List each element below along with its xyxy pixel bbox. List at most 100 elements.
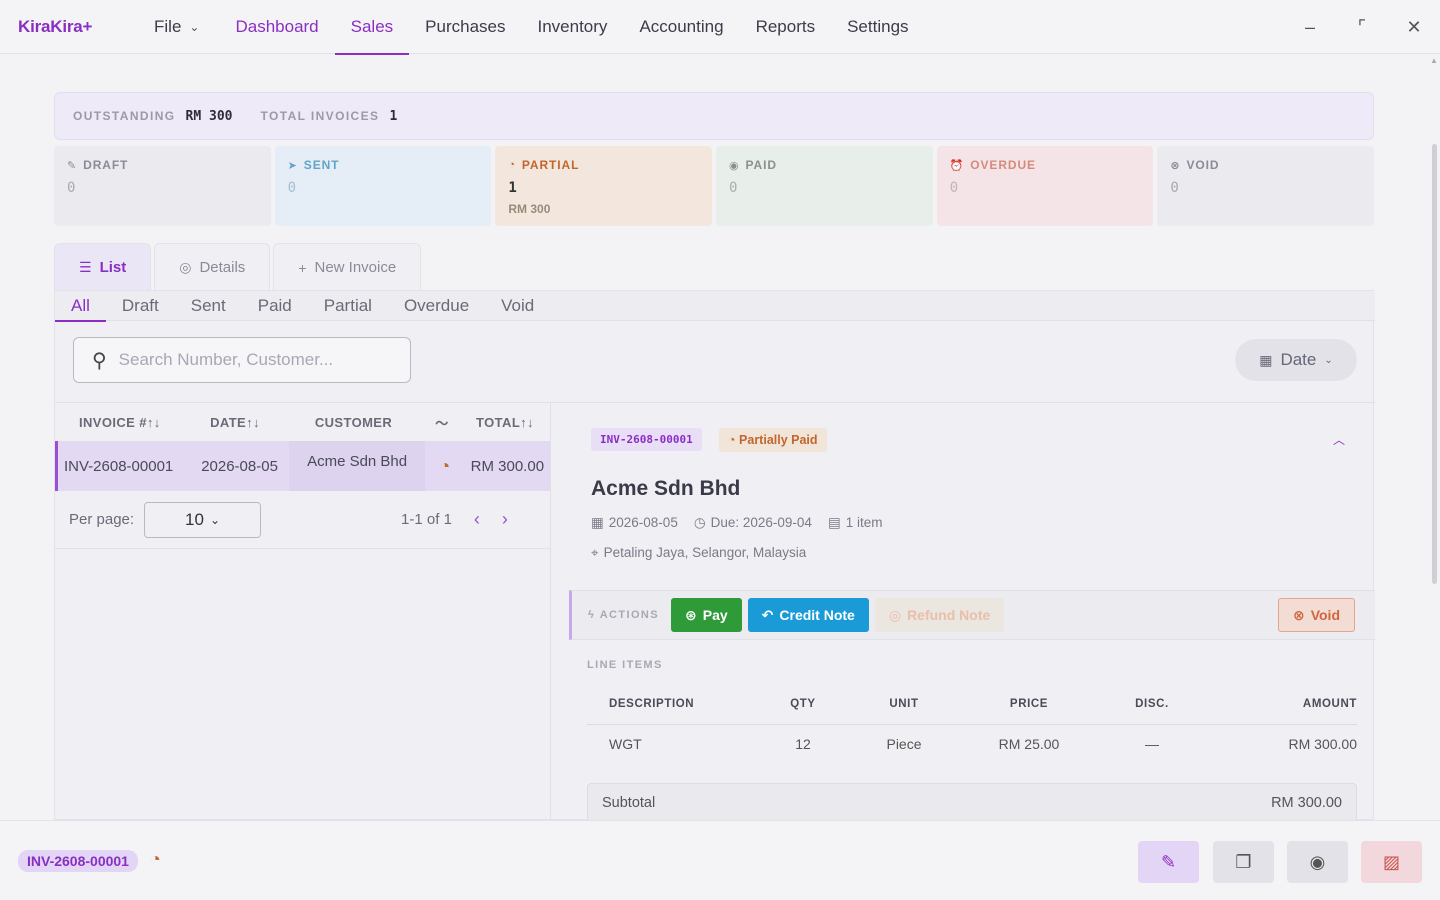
- header-date[interactable]: DATE↑↓: [185, 415, 285, 430]
- pie-chart-icon: ◔: [508, 159, 516, 171]
- refund-note-label: Refund Note: [907, 607, 991, 623]
- card-label: PARTIAL: [521, 158, 580, 172]
- per-page-select[interactable]: 10 ⌄: [144, 501, 262, 538]
- chevron-left-icon[interactable]: ‹: [474, 509, 480, 530]
- draft-icon: ✎: [67, 159, 78, 172]
- clock-icon: ◷: [693, 515, 706, 530]
- outstanding-value: RM 300: [185, 108, 233, 124]
- due-date: Due: 2026-09-04: [710, 515, 812, 530]
- copy-icon: ❐: [1235, 851, 1252, 872]
- file-menu[interactable]: File ⌄: [140, 0, 219, 54]
- main-nav: File ⌄ Dashboard Sales Purchases Invento…: [140, 0, 925, 55]
- chevron-up-icon[interactable]: ︿: [1333, 431, 1345, 448]
- header-unit: UNIT: [889, 697, 919, 710]
- activity-icon: 〜: [435, 415, 449, 431]
- eye-icon: ◎: [179, 259, 192, 275]
- actions-label: ϟ ACTIONS: [588, 609, 659, 621]
- preview-button[interactable]: ◉: [1287, 841, 1348, 883]
- header-amount: AMOUNT: [1302, 697, 1357, 710]
- invoice-meta: ▦ 2026-08-05 ◷ Due: 2026-09-04 ▤ 1 item: [591, 515, 882, 531]
- subtotal-value: RM 300.00: [1271, 795, 1342, 811]
- address-text: Petaling Jaya, Selangor, Malaysia: [603, 545, 807, 560]
- subtotal-label: Subtotal: [602, 795, 656, 811]
- credit-note-label: Credit Note: [779, 607, 855, 623]
- filter-sent[interactable]: Sent: [175, 291, 242, 320]
- status-card-overdue[interactable]: ⏰ OVERDUE 0: [936, 146, 1154, 226]
- nav-reports[interactable]: Reports: [740, 0, 832, 54]
- nav-sales[interactable]: Sales: [334, 0, 410, 55]
- restore-button[interactable]: ⌜: [1336, 0, 1388, 54]
- status-card-draft[interactable]: ✎ DRAFT 0: [54, 146, 271, 226]
- nav-accounting[interactable]: Accounting: [623, 0, 739, 54]
- row-total: RM 300.00: [470, 457, 545, 475]
- header-invoice-number[interactable]: INVOICE #↑↓: [55, 415, 185, 430]
- dollar-icon: ⊛: [685, 606, 697, 623]
- subtotal-row: Subtotal RM 300.00: [587, 783, 1357, 823]
- card-count: 0: [67, 180, 76, 196]
- row-customer: Acme Sdn Bhd: [289, 441, 426, 491]
- filter-partial[interactable]: Partial: [308, 291, 388, 320]
- app-brand: KiraKira+: [18, 17, 93, 36]
- void-button[interactable]: ⊗ Void: [1277, 598, 1355, 632]
- search-icon: ⚲: [92, 349, 107, 372]
- pdf-button[interactable]: ▨: [1361, 841, 1422, 883]
- void-icon: ⊗: [1170, 159, 1181, 172]
- minimize-button[interactable]: –: [1284, 0, 1336, 54]
- window-controls: – ⌜ ✕: [1284, 0, 1440, 54]
- status-badge-label: Partially Paid: [739, 433, 818, 447]
- alarm-icon: ⏰: [949, 159, 965, 172]
- nav-settings[interactable]: Settings: [831, 0, 924, 54]
- main-panel: All Draft Sent Paid Partial Overdue Void…: [54, 290, 1375, 823]
- tab-details[interactable]: ◎ Details: [154, 243, 271, 291]
- vertical-scrollbar[interactable]: ▲: [1430, 56, 1438, 816]
- table-row: WGT 12 Piece RM 25.00 — RM 300.00: [587, 725, 1357, 763]
- item-price: RM 25.00: [998, 736, 1060, 752]
- close-button[interactable]: ✕: [1388, 0, 1440, 54]
- credit-note-button[interactable]: ↶ Credit Note: [747, 598, 869, 632]
- per-page-value: 10: [185, 509, 204, 529]
- card-label: OVERDUE: [970, 158, 1036, 172]
- status-card-void[interactable]: ⊗ VOID 0: [1157, 146, 1375, 226]
- header-disc: DISC.: [1135, 697, 1169, 710]
- table-row[interactable]: INV-2608-00001 2026-08-05 Acme Sdn Bhd ◔…: [55, 441, 550, 491]
- search-box[interactable]: ⚲: [73, 337, 411, 383]
- date-sort-button[interactable]: ▦ Date ⌄: [1235, 339, 1357, 381]
- status-card-partial[interactable]: ◔ PARTIAL 1 RM 300: [495, 146, 713, 226]
- tab-new-invoice[interactable]: + New Invoice: [273, 243, 422, 291]
- header-total[interactable]: TOTAL↑↓: [462, 415, 548, 430]
- refund-note-button[interactable]: ◎ Refund Note: [874, 598, 1005, 632]
- outstanding-label: OUTSTANDING: [73, 109, 176, 123]
- line-items-title: LINE ITEMS: [587, 659, 663, 671]
- item-disc: —: [1145, 736, 1159, 752]
- nav-inventory[interactable]: Inventory: [522, 0, 624, 54]
- status-cards: ✎ DRAFT 0 ➤ SENT 0 ◔ PARTIAL 1 RM 300 ◉ PAID…: [54, 146, 1375, 226]
- list-icon: ☰: [79, 259, 92, 275]
- customer-name: Acme Sdn Bhd: [591, 477, 741, 500]
- status-card-sent[interactable]: ➤ SENT 0: [274, 146, 492, 226]
- chevron-right-icon[interactable]: ›: [502, 509, 508, 530]
- chevron-down-icon: ⌄: [189, 20, 200, 34]
- actions-label-text: ACTIONS: [599, 609, 659, 621]
- filter-overdue[interactable]: Overdue: [388, 291, 485, 320]
- tab-list[interactable]: ☰ List: [54, 243, 152, 291]
- filter-paid[interactable]: Paid: [242, 291, 308, 320]
- nav-purchases[interactable]: Purchases: [409, 0, 521, 54]
- row-date: 2026-08-05: [201, 457, 278, 475]
- duplicate-button[interactable]: ❐: [1213, 841, 1274, 883]
- scrollbar-thumb[interactable]: [1432, 144, 1437, 584]
- nav-dashboard[interactable]: Dashboard: [219, 0, 334, 54]
- search-input[interactable]: [118, 350, 389, 370]
- item-unit: Piece: [886, 736, 922, 752]
- filter-draft[interactable]: Draft: [106, 291, 175, 320]
- edit-button[interactable]: ✎: [1138, 841, 1199, 883]
- filter-all[interactable]: All: [55, 291, 106, 322]
- card-amount: RM 300: [508, 202, 551, 216]
- card-label: SENT: [303, 158, 340, 172]
- pay-button[interactable]: ⊛ Pay: [671, 598, 742, 632]
- invoice-number-badge: INV-2608-00001: [591, 428, 702, 451]
- filter-void[interactable]: Void: [485, 291, 550, 320]
- scroll-up-icon[interactable]: ▲: [1430, 56, 1438, 65]
- status-card-paid[interactable]: ◉ PAID 0: [716, 146, 933, 226]
- item-count: 1 item: [845, 515, 883, 530]
- x-circle-icon: ⊗: [1292, 606, 1305, 623]
